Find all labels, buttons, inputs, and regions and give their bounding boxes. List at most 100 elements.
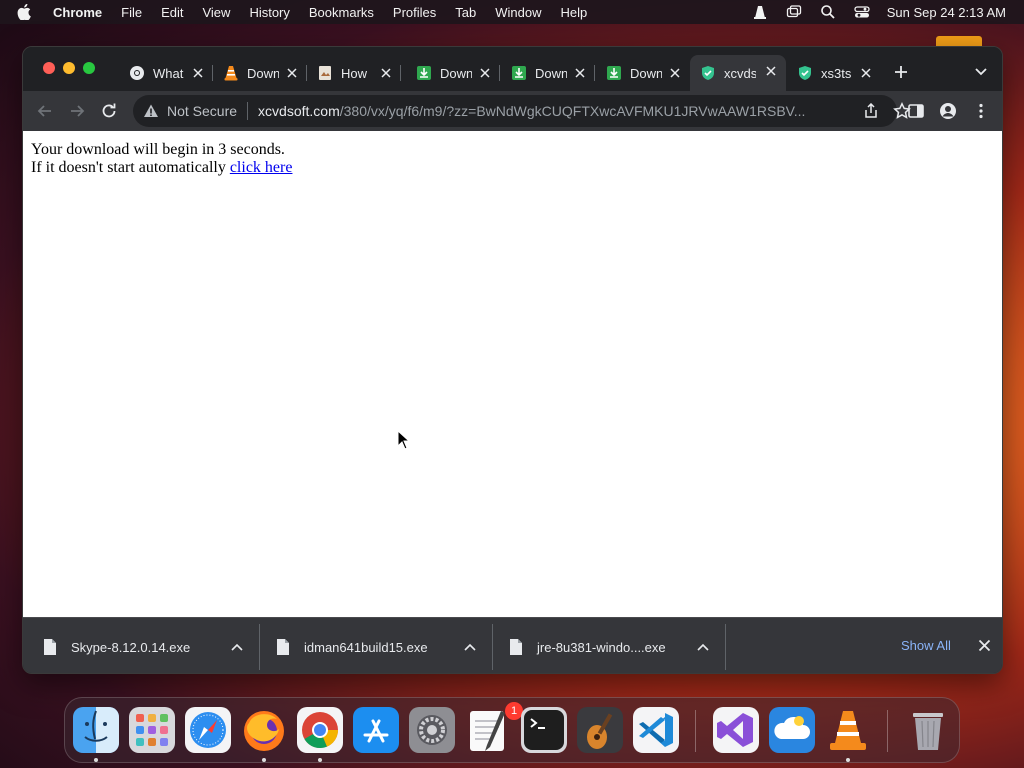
warning-triangle-icon[interactable] xyxy=(143,103,159,119)
visual-studio-icon[interactable] xyxy=(713,707,759,753)
tab-how[interactable]: How xyxy=(307,57,401,89)
window-close-button[interactable] xyxy=(43,62,55,74)
chevron-up-icon[interactable] xyxy=(231,642,243,652)
screen-mirroring-icon[interactable] xyxy=(785,4,803,20)
file-icon xyxy=(277,639,289,655)
tab-separator xyxy=(594,65,595,81)
fallback-prefix: If it doesn't start automatically xyxy=(31,159,230,176)
document-icon xyxy=(317,65,333,81)
tab-close-icon[interactable] xyxy=(478,66,492,80)
side-panel-icon[interactable] xyxy=(906,101,926,121)
menu-tab[interactable]: Tab xyxy=(455,5,476,20)
apple-menu-icon[interactable] xyxy=(17,4,35,20)
new-tab-icon[interactable] xyxy=(893,64,909,80)
window-zoom-button[interactable] xyxy=(83,62,95,74)
textedit-icon[interactable] xyxy=(465,707,511,753)
window-minimize-button[interactable] xyxy=(63,62,75,74)
tab-title: Down xyxy=(440,65,472,81)
menu-history[interactable]: History xyxy=(249,5,289,20)
menu-help[interactable]: Help xyxy=(561,5,588,20)
tab-xs3ts[interactable]: xs3ts xyxy=(787,57,881,89)
menu-profiles[interactable]: Profiles xyxy=(393,5,436,20)
tab-down-vlc[interactable]: Down xyxy=(213,57,307,89)
launchpad-icon[interactable] xyxy=(129,707,175,753)
tab-close-icon[interactable] xyxy=(379,66,393,80)
show-all-button[interactable]: Show All xyxy=(901,638,951,653)
shield-icon xyxy=(797,65,813,81)
reload-icon[interactable] xyxy=(99,101,119,121)
tab-close-icon[interactable] xyxy=(859,66,873,80)
back-arrow-icon[interactable] xyxy=(35,101,55,121)
mouse-cursor-icon xyxy=(397,430,411,450)
tab-what[interactable]: What xyxy=(119,57,213,89)
vscode-icon[interactable] xyxy=(633,707,679,753)
close-downloads-icon[interactable] xyxy=(978,639,991,652)
chrome-icon xyxy=(129,65,145,81)
file-icon xyxy=(510,639,522,655)
menu-app-name[interactable]: Chrome xyxy=(53,5,102,20)
app-store-icon[interactable] xyxy=(353,707,399,753)
tab-title: Down xyxy=(630,65,662,81)
dock-separator xyxy=(887,710,888,752)
vlc-status-icon[interactable] xyxy=(751,4,769,20)
trash-icon[interactable] xyxy=(905,707,951,753)
tab-down-1[interactable]: Down xyxy=(406,57,500,89)
menu-clock[interactable]: Sun Sep 24 2:13 AM xyxy=(887,5,1006,20)
system-settings-icon[interactable] xyxy=(409,707,455,753)
url-path: /380/vx/yq/f6/m9/?zz=BwNdWgkCUQFTXwcAVFM… xyxy=(339,103,806,119)
download-item-jre[interactable]: jre-8u381-windo....exe xyxy=(489,624,725,670)
menu-edit[interactable]: Edit xyxy=(161,5,183,20)
tab-separator xyxy=(499,65,500,81)
download-item-idm[interactable]: idman641build15.exe xyxy=(256,624,492,670)
url-host: xcvdsoft.com xyxy=(258,103,340,119)
tab-search-chevron-icon[interactable] xyxy=(974,66,988,78)
address-bar[interactable]: Not Secure xcvdsoft.com/380/vx/yq/f6/m9/… xyxy=(133,95,911,127)
url-text[interactable]: xcvdsoft.com/380/vx/yq/f6/m9/?zz=BwNdWgk… xyxy=(258,103,826,119)
finder-icon[interactable] xyxy=(73,707,119,753)
file-icon xyxy=(44,639,56,655)
tab-close-icon[interactable] xyxy=(285,66,299,80)
download-filename: jre-8u381-windo....exe xyxy=(537,639,666,655)
profile-avatar-icon[interactable] xyxy=(938,101,958,121)
terminal-icon[interactable] xyxy=(521,707,567,753)
firefox-icon[interactable] xyxy=(241,707,287,753)
shield-icon xyxy=(700,65,716,81)
green-download-icon xyxy=(416,65,432,81)
share-icon[interactable] xyxy=(863,103,879,119)
tab-xcvds-active[interactable]: xcvds xyxy=(690,55,786,91)
garageband-icon[interactable] xyxy=(577,707,623,753)
vlc-icon[interactable] xyxy=(825,707,871,753)
tab-close-icon[interactable] xyxy=(191,66,205,80)
cloud-app-icon[interactable] xyxy=(769,707,815,753)
tab-title: xs3ts xyxy=(821,65,852,81)
tab-strip: What Down How Down Down Down xcvds xs3ts xyxy=(23,47,1002,91)
downloads-bar: Skype-8.12.0.14.exe idman641build15.exe … xyxy=(23,617,1002,673)
tab-title: Down xyxy=(535,65,567,81)
menu-window[interactable]: Window xyxy=(495,5,541,20)
control-center-icon[interactable] xyxy=(853,4,871,20)
tab-down-3[interactable]: Down xyxy=(596,57,690,89)
running-indicator xyxy=(318,758,322,762)
spotlight-search-icon[interactable] xyxy=(819,4,837,20)
tab-close-icon[interactable] xyxy=(668,66,682,80)
chevron-up-icon[interactable] xyxy=(697,642,709,652)
click-here-link[interactable]: click here xyxy=(230,159,293,176)
vlc-cone-icon xyxy=(223,65,239,81)
tab-close-icon[interactable] xyxy=(573,66,587,80)
tab-close-icon[interactable] xyxy=(764,64,778,78)
tab-title: xcvds xyxy=(724,65,756,81)
chrome-icon[interactable] xyxy=(297,707,343,753)
green-download-icon xyxy=(511,65,527,81)
tab-down-2[interactable]: Down xyxy=(501,57,595,89)
not-secure-label[interactable]: Not Secure xyxy=(167,103,237,119)
safari-icon[interactable] xyxy=(185,707,231,753)
menu-view[interactable]: View xyxy=(202,5,230,20)
download-item-skype[interactable]: Skype-8.12.0.14.exe xyxy=(23,624,259,670)
tab-separator xyxy=(400,65,401,81)
menu-file[interactable]: File xyxy=(121,5,142,20)
forward-arrow-icon[interactable] xyxy=(67,101,87,121)
more-menu-icon[interactable] xyxy=(971,101,991,121)
menu-bookmarks[interactable]: Bookmarks xyxy=(309,5,374,20)
chevron-up-icon[interactable] xyxy=(464,642,476,652)
dock-separator xyxy=(695,710,696,752)
